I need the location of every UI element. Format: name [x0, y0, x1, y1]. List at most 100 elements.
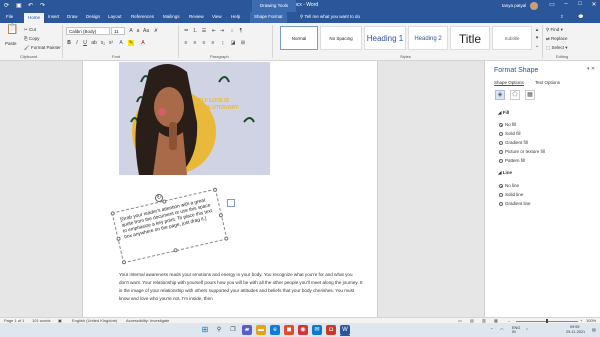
- line-option[interactable]: No line: [505, 183, 519, 188]
- chrome-icon[interactable]: ◉: [298, 325, 308, 335]
- mail-icon[interactable]: ✉: [312, 325, 322, 335]
- effects-icon[interactable]: ⬠: [510, 90, 520, 100]
- fill-radio-solid[interactable]: [499, 132, 503, 136]
- fill-option[interactable]: Picture or texture fill: [505, 149, 545, 154]
- search-icon[interactable]: ⚲: [214, 325, 224, 335]
- layout-properties-icon[interactable]: ▦: [525, 90, 535, 100]
- strikethrough-icon[interactable]: ab: [91, 40, 97, 46]
- maximize-icon[interactable]: □: [574, 1, 586, 7]
- volume-icon[interactable]: ♪: [526, 327, 528, 331]
- bold-icon[interactable]: B: [66, 40, 72, 46]
- line-option[interactable]: Solid line: [505, 192, 523, 197]
- subscript-icon[interactable]: x₂: [100, 40, 106, 46]
- fill-radio-gradient[interactable]: [499, 141, 503, 145]
- ribbon-display-icon[interactable]: ▭: [546, 1, 558, 8]
- tab-view[interactable]: View: [212, 14, 222, 19]
- store-icon[interactable]: ◼: [284, 325, 294, 335]
- resize-handle[interactable]: [116, 236, 121, 242]
- style-no-spacing[interactable]: No Spacing: [320, 26, 362, 50]
- tab-references[interactable]: References: [131, 14, 154, 19]
- line-radio-solid[interactable]: [499, 193, 503, 197]
- find-button[interactable]: ⚲ Find ▾: [546, 27, 563, 33]
- tab-shape-format[interactable]: Shape Format: [250, 12, 287, 23]
- fill-section-header[interactable]: ◢ Fill: [498, 110, 509, 116]
- fill-option[interactable]: No fill: [505, 122, 516, 127]
- fill-option[interactable]: Solid fill: [505, 131, 521, 136]
- resize-handle[interactable]: [161, 199, 167, 204]
- clock-date[interactable]: 29-11-2021: [566, 330, 585, 334]
- windows-start-icon[interactable]: ⊞: [200, 325, 210, 335]
- line-spacing-icon[interactable]: ↨: [220, 40, 226, 46]
- highlight-icon[interactable]: ✎: [128, 40, 134, 46]
- text-effects-icon[interactable]: A: [118, 40, 124, 46]
- bullets-icon[interactable]: ≔: [183, 28, 189, 34]
- line-radio-gradient[interactable]: [499, 202, 503, 206]
- tab-draw[interactable]: Draw: [67, 14, 78, 19]
- resize-handle[interactable]: [110, 211, 116, 216]
- teams-icon[interactable]: ▰: [242, 325, 252, 335]
- tab-shape-options[interactable]: Shape Options: [494, 80, 524, 86]
- paste-icon[interactable]: 📋: [6, 25, 18, 39]
- line-option[interactable]: Gradient line: [505, 201, 531, 206]
- replace-button[interactable]: ⇄ Replace: [546, 36, 568, 42]
- illustration-image[interactable]: SELF LOVE IS REVOLUTIONARY.: [119, 62, 270, 175]
- tab-insert[interactable]: Insert: [48, 14, 59, 19]
- increase-indent-icon[interactable]: ⇥: [219, 28, 225, 34]
- minimize-icon[interactable]: –: [560, 1, 572, 7]
- align-right-icon[interactable]: ≡: [201, 40, 207, 46]
- style-heading-2[interactable]: Heading 2: [408, 26, 448, 50]
- change-case-icon[interactable]: Aa: [143, 28, 149, 34]
- styles-more-icon[interactable]: ⌄: [534, 43, 540, 49]
- underline-icon[interactable]: U: [82, 40, 88, 46]
- sort-icon[interactable]: ↕: [229, 28, 235, 34]
- align-left-icon[interactable]: ≡: [183, 40, 189, 46]
- body-paragraph[interactable]: Your internal awareness reads your emoti…: [119, 271, 363, 303]
- user-name[interactable]: tanya patyal: [502, 3, 526, 8]
- styles-scroll-up-icon[interactable]: ▴: [534, 27, 540, 33]
- tab-home[interactable]: Home: [24, 13, 45, 23]
- tab-text-options[interactable]: Text Options: [535, 80, 560, 85]
- select-button[interactable]: ⬚ Select ▾: [546, 45, 568, 51]
- styles-scroll-down-icon[interactable]: ▾: [534, 35, 540, 41]
- tray-chevron-icon[interactable]: ⌃: [490, 327, 493, 332]
- style-normal[interactable]: Normal: [280, 26, 318, 50]
- show-marks-icon[interactable]: ¶: [238, 28, 244, 34]
- edge-icon[interactable]: e: [270, 325, 280, 335]
- task-view-icon[interactable]: ❐: [228, 325, 238, 335]
- avatar[interactable]: [530, 2, 538, 10]
- fill-radio-no-fill[interactable]: [499, 123, 503, 127]
- tab-mailings[interactable]: Mailings: [163, 14, 180, 19]
- shading-icon[interactable]: ◪: [230, 40, 236, 46]
- close-icon[interactable]: ✕: [588, 1, 600, 8]
- style-heading-1[interactable]: Heading 1: [364, 26, 406, 50]
- office-icon[interactable]: ◘: [326, 325, 336, 335]
- word-icon[interactable]: W: [340, 325, 350, 335]
- layout-options-icon[interactable]: [227, 199, 235, 207]
- fill-option[interactable]: Pattern fill: [505, 158, 525, 163]
- clock-time[interactable]: 09:55: [570, 325, 580, 329]
- clear-formatting-icon[interactable]: ✗: [153, 28, 159, 34]
- format-painter-button[interactable]: 🖌 Format Painter: [24, 45, 61, 51]
- superscript-icon[interactable]: x²: [108, 40, 114, 46]
- multilevel-list-icon[interactable]: ☰: [201, 28, 207, 34]
- borders-icon[interactable]: ⊞: [240, 40, 246, 46]
- font-name-select[interactable]: Calibri (Body): [66, 27, 110, 35]
- file-explorer-icon[interactable]: ▬: [256, 325, 266, 335]
- paste-button[interactable]: Paste: [5, 41, 17, 46]
- fill-option[interactable]: Gradient fill: [505, 140, 528, 145]
- line-radio-no-line[interactable]: [499, 184, 503, 188]
- decrease-indent-icon[interactable]: ⇤: [211, 28, 217, 34]
- grow-font-icon[interactable]: A: [128, 28, 134, 34]
- line-section-header[interactable]: ◢ Line: [498, 170, 512, 176]
- tab-help[interactable]: Help: [231, 14, 240, 19]
- fill-line-icon[interactable]: ◈: [495, 90, 505, 100]
- align-center-icon[interactable]: ≡: [192, 40, 198, 46]
- wifi-icon[interactable]: ◠: [500, 327, 503, 332]
- notifications-icon[interactable]: ▤: [592, 327, 596, 332]
- font-size-select[interactable]: 11: [111, 27, 125, 35]
- language-indicator[interactable]: ENG IN: [512, 326, 522, 334]
- shrink-font-icon[interactable]: a: [135, 28, 141, 34]
- comments-icon[interactable]: 💬: [578, 14, 584, 20]
- style-subtitle[interactable]: Subtitle: [492, 26, 532, 50]
- font-color-icon[interactable]: A: [140, 40, 146, 46]
